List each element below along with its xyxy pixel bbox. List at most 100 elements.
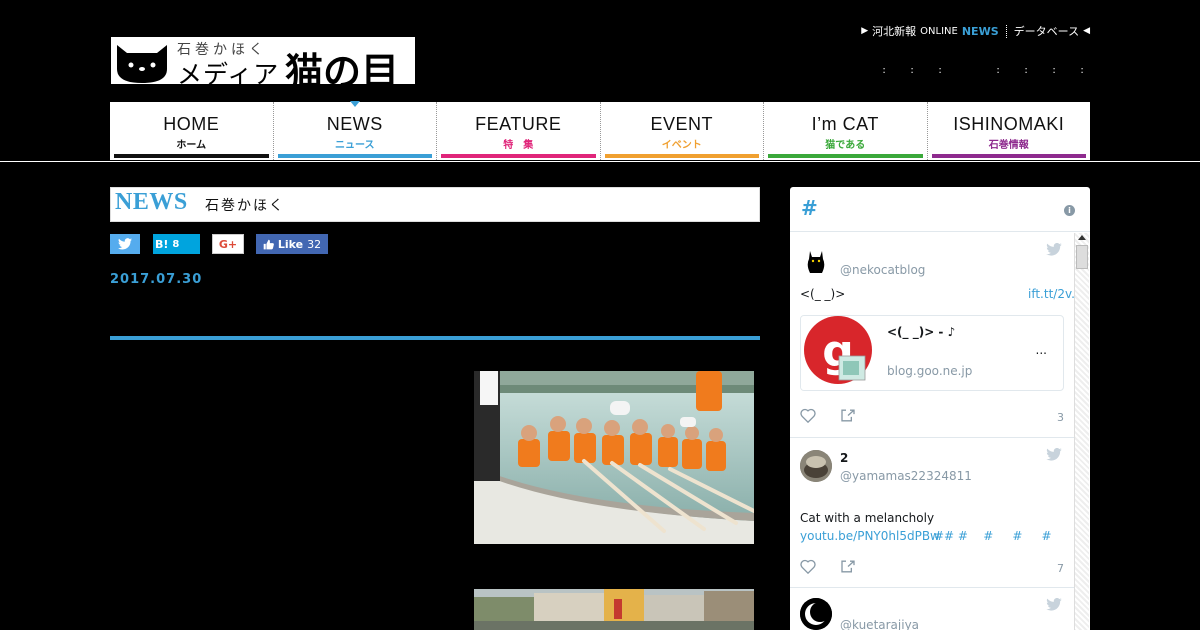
- article-photo-boat: [474, 371, 754, 544]
- article-divider: [110, 336, 760, 340]
- site-logo[interactable]: 石巻かほく メディア 猫の目: [110, 36, 416, 94]
- heart-icon[interactable]: [800, 408, 816, 423]
- hatena-label: B!: [155, 237, 169, 251]
- tweet[interactable]: 2 @yamamas22324811 Cat with a melancholy…: [790, 438, 1074, 588]
- nav-underline: [114, 154, 269, 158]
- google-plus-button[interactable]: G+: [212, 234, 244, 254]
- hatena-count: 8: [172, 238, 180, 250]
- fb-like-count: 32: [307, 237, 322, 251]
- crescent-moon-avatar-icon: [800, 598, 832, 630]
- dot: :: [1080, 65, 1084, 76]
- header-divider: [0, 161, 1200, 162]
- card-domain: blog.goo.ne.jp: [887, 364, 973, 378]
- news-label: NEWS: [961, 24, 999, 38]
- scroll-up-arrow-icon[interactable]: [1078, 235, 1086, 240]
- twitter-bird-icon: [118, 238, 132, 250]
- nav-item-im-cat[interactable]: I’m CAT 猫である: [764, 102, 928, 160]
- black-cat-avatar-icon: [807, 251, 825, 273]
- section-title-bar: NEWS 石巻かほく: [110, 187, 760, 222]
- kahoku-label: 河北新報: [872, 25, 917, 38]
- like-count: 3: [1057, 411, 1064, 424]
- tweet[interactable]: @nekocatblog <(_ _)> ift.tt/2v... g <(_ …: [790, 233, 1083, 438]
- hatena-bookmark-button[interactable]: B! 8: [153, 234, 200, 254]
- nav-item-news[interactable]: NEWS ニュース: [274, 101, 437, 160]
- tweet-handle[interactable]: @yamamas22324811: [840, 469, 972, 483]
- scroll-thumb[interactable]: [1076, 245, 1088, 269]
- twitter-bird-icon[interactable]: [1046, 598, 1062, 611]
- dot-gap: [954, 65, 984, 76]
- logo-main-text: 猫の目: [285, 49, 400, 94]
- card-ellipsis: ...: [1035, 343, 1047, 357]
- nav-item-home[interactable]: HOME ホーム: [110, 102, 274, 160]
- dot: :: [996, 65, 1000, 76]
- nav-sublabel: イベント: [661, 140, 702, 151]
- dot: :: [938, 65, 942, 76]
- hashtag-title[interactable]: #: [801, 196, 818, 220]
- nav-label: FEATURE: [475, 114, 562, 134]
- nav-sublabel: 猫である: [825, 140, 866, 151]
- share-buttons: B! 8 G+ Like 32: [110, 234, 328, 254]
- tweet-text: Cat with a melancholy: [800, 511, 935, 525]
- nav-underline: [931, 154, 1086, 158]
- left-arrow-icon: ◀: [1083, 26, 1090, 36]
- avatar[interactable]: [800, 598, 832, 630]
- dot: :: [1024, 65, 1028, 76]
- nav-label: I’m CAT: [811, 114, 879, 134]
- tweet-handle[interactable]: @nekocatblog: [840, 263, 925, 277]
- twitter-widget: # i @nekocatblog <(_ _)> ift.tt/2v... g: [790, 187, 1090, 630]
- nav-sublabel: 特 集: [503, 140, 534, 151]
- tweet[interactable]: @kuetarajiya: [790, 588, 1074, 630]
- link-card[interactable]: g <(_ _)> - ♪ ... blog.goo.ne.jp: [800, 315, 1064, 391]
- info-icon[interactable]: i: [1064, 205, 1075, 216]
- fb-like-label: Like: [277, 237, 304, 251]
- header-dots: : : : : : : :: [870, 65, 1096, 76]
- tweet-actions: 7: [800, 559, 1064, 577]
- nav-underline: [768, 154, 923, 158]
- twitter-bird-icon[interactable]: [1046, 448, 1062, 461]
- avatar[interactable]: [800, 450, 832, 482]
- database-label: データベース: [1013, 25, 1080, 38]
- tweet-author-name[interactable]: 2: [840, 451, 848, 465]
- page: 石巻かほく メディア 猫の目 ▶ 河北新報 ONLINE NEWS データベース…: [0, 0, 1200, 630]
- street-photo-image: [474, 589, 754, 630]
- widget-scrollbar[interactable]: [1074, 233, 1089, 630]
- nav-underline: [441, 154, 596, 158]
- tweet-hashtags[interactable]: ## # # # #: [934, 529, 1052, 543]
- tweet-handle[interactable]: @kuetarajiya: [840, 618, 919, 630]
- widget-header: # i: [790, 187, 1090, 232]
- nav-sublabel: ニュース: [335, 140, 375, 151]
- divider: [1005, 24, 1007, 38]
- nav-sublabel: 石巻情報: [988, 140, 1029, 151]
- main-nav: HOME ホーム NEWS ニュース FEATURE 特 集 EVENT イベン…: [110, 101, 1091, 160]
- nav-item-event[interactable]: EVENT イベント: [601, 102, 764, 160]
- twitter-bird-icon[interactable]: [1046, 243, 1062, 256]
- boat-photo-image: [474, 371, 754, 544]
- nav-item-feature[interactable]: FEATURE 特 集: [437, 102, 601, 160]
- like-count: 7: [1057, 562, 1064, 575]
- avatar[interactable]: [800, 245, 832, 277]
- nav-label: HOME: [163, 114, 220, 134]
- twitter-share-button[interactable]: [110, 234, 140, 254]
- facebook-like-button[interactable]: Like 32: [256, 234, 328, 254]
- tweet-text: <(_ _)>: [800, 287, 846, 301]
- section-title: NEWS: [115, 189, 188, 215]
- nav-label: EVENT: [650, 114, 713, 134]
- kahoku-online-link[interactable]: ▶ 河北新報 ONLINE NEWS データベース ◀: [861, 23, 1090, 39]
- card-title: <(_ _)> - ♪: [887, 325, 956, 339]
- share-icon[interactable]: [840, 559, 856, 574]
- nav-label: ISHINOMAKI: [953, 114, 1065, 134]
- gplus-label: G+: [218, 237, 238, 251]
- thumbs-up-icon: [263, 239, 274, 249]
- nav-underline: [604, 154, 759, 158]
- nav-item-ishinomaki[interactable]: ISHINOMAKI 石巻情報: [928, 102, 1091, 160]
- article-photo-street: [474, 589, 754, 630]
- right-arrow-icon: ▶: [861, 26, 869, 36]
- heart-icon[interactable]: [800, 559, 816, 574]
- active-indicator-icon: [349, 101, 360, 107]
- nav-sublabel: ホーム: [176, 140, 207, 151]
- cat-photo-avatar-icon: [800, 450, 832, 482]
- tweet-link[interactable]: youtu.be/PNY0hl5dPBw: [800, 529, 940, 543]
- cat-face-icon: [117, 45, 167, 83]
- nav-label: NEWS: [326, 114, 383, 134]
- share-icon[interactable]: [840, 408, 856, 423]
